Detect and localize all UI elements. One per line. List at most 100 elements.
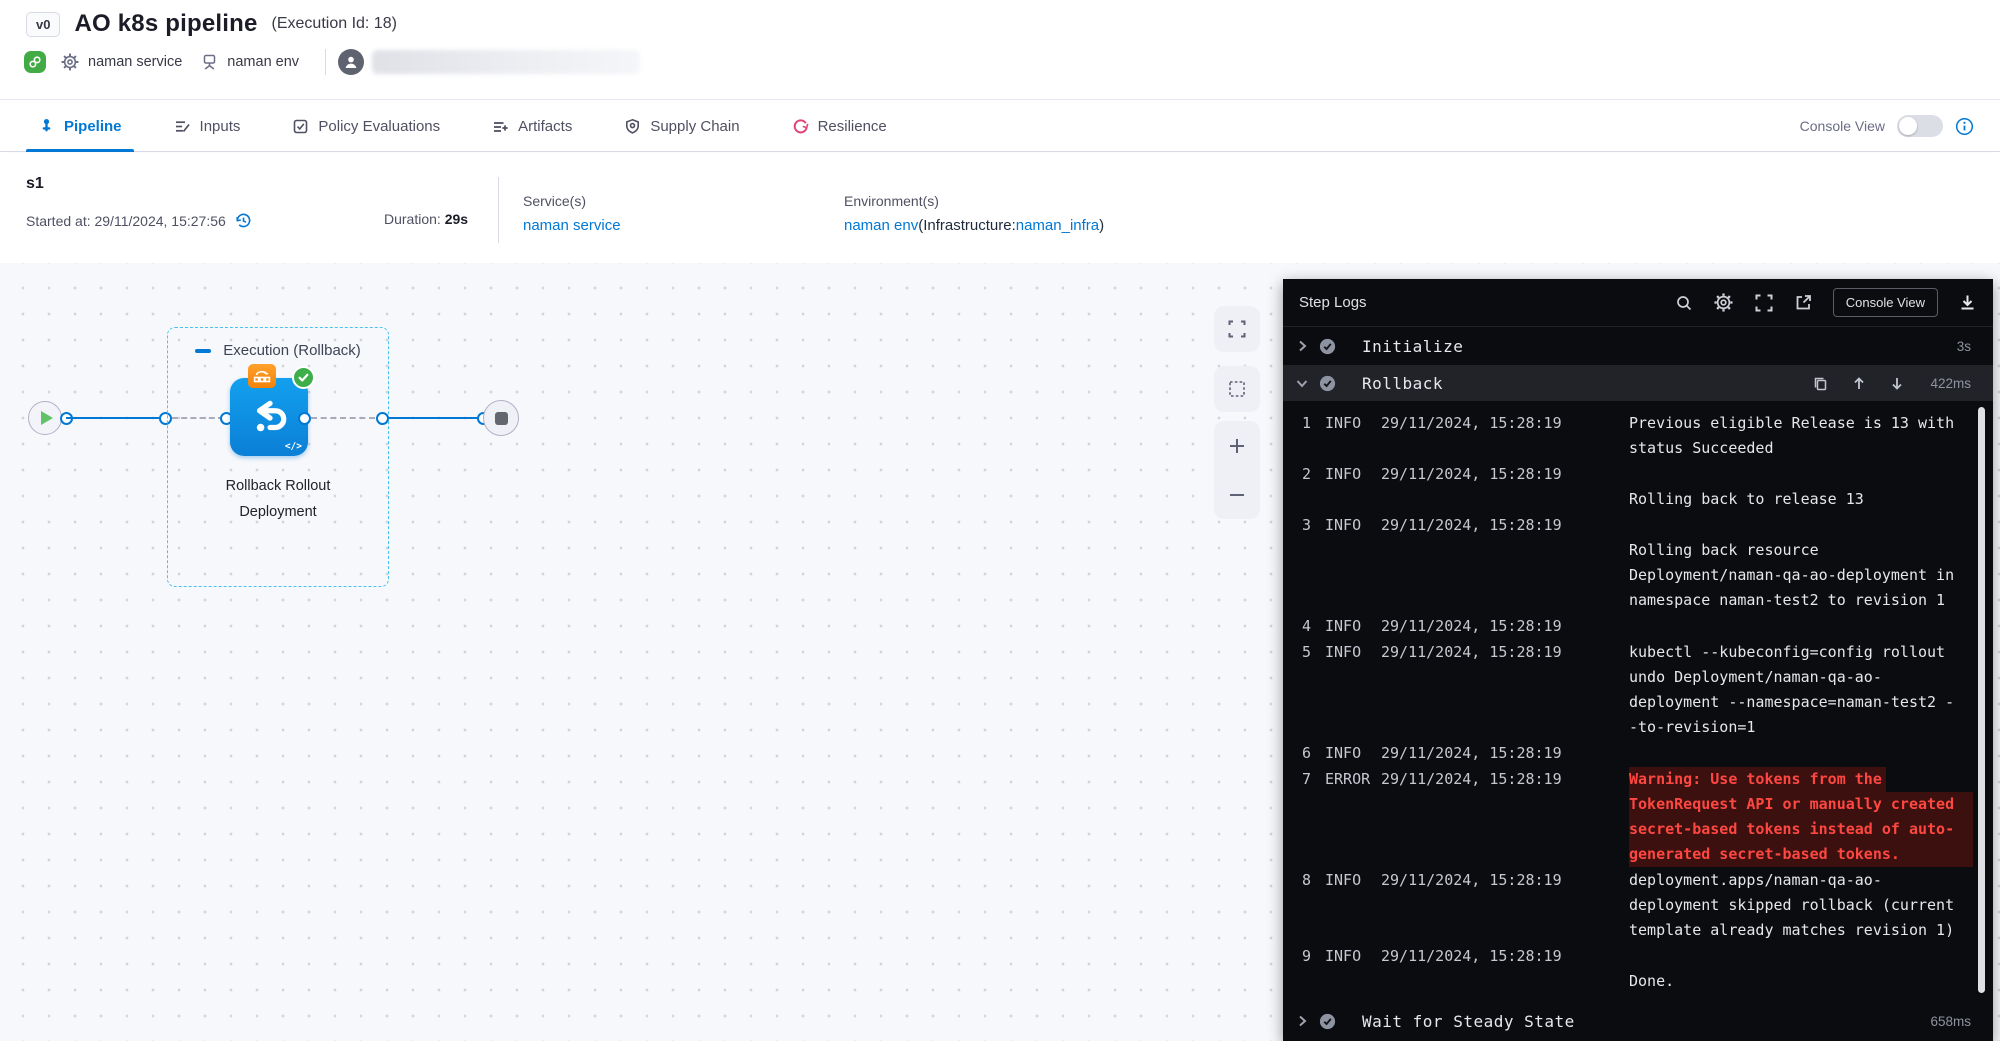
edge-solid: [389, 417, 483, 419]
section-title: Rollback: [1362, 374, 1443, 393]
log-line: 9INFO29/11/2024, 15:28:19 Done.: [1299, 944, 1993, 994]
download-icon[interactable]: [1958, 293, 1977, 312]
rollback-step-node[interactable]: </>: [230, 378, 308, 456]
zoom-out-button[interactable]: [1214, 471, 1260, 519]
log-line: 6INFO29/11/2024, 15:28:19: [1299, 741, 1993, 766]
tab-label: Pipeline: [64, 118, 122, 135]
version-badge: v0: [26, 12, 60, 37]
infrastructure-link[interactable]: naman_infra: [1016, 217, 1099, 234]
page: v0 AO k8s pipeline (Execution Id: 18): [0, 0, 2000, 1041]
section-title: Initialize: [1362, 337, 1463, 356]
log-lines: 1INFO29/11/2024, 15:28:19Previous eligib…: [1299, 411, 1993, 994]
open-external-icon[interactable]: [1794, 293, 1813, 312]
chevron-down-icon[interactable]: [1295, 376, 1311, 390]
history-icon[interactable]: [234, 211, 253, 230]
pipeline-end-node[interactable]: [483, 400, 519, 436]
service-link[interactable]: naman service: [523, 217, 621, 234]
environment-icon: [200, 53, 219, 72]
meta-row: naman service naman env: [24, 48, 640, 76]
tab-bar: Pipeline Inputs Policy Evaluations Artif…: [0, 101, 2000, 152]
tab-label: Policy Evaluations: [318, 118, 440, 135]
log-line: 1INFO29/11/2024, 15:28:19Previous eligib…: [1299, 411, 1993, 461]
log-section-rollback[interactable]: Rollback 422ms: [1283, 365, 1993, 401]
section-tools: 422ms: [1813, 376, 1971, 391]
check-circle-icon: [1319, 338, 1336, 355]
arrow-down-icon[interactable]: [1890, 376, 1904, 391]
zoom-in-button[interactable]: [1214, 422, 1260, 470]
connector-port[interactable]: [376, 412, 389, 425]
environment-link[interactable]: naman env: [844, 217, 918, 234]
services-column: Service(s) naman service: [523, 193, 621, 235]
infrastructure-prefix: (Infrastructure:: [918, 217, 1016, 234]
info-icon[interactable]: [1955, 117, 1974, 136]
environments-column: Environment(s) naman env(Infrastructure:…: [844, 193, 1104, 235]
search-icon[interactable]: [1675, 294, 1693, 312]
tab-label: Inputs: [200, 118, 241, 135]
section-duration: 658ms: [1930, 1014, 1971, 1029]
log-section-wait-for-steady-state[interactable]: Wait for Steady State 658ms: [1283, 1001, 1993, 1041]
log-line: 8INFO29/11/2024, 15:28:19deployment.apps…: [1299, 868, 1993, 943]
services-label: Service(s): [523, 193, 621, 209]
infrastructure-suffix: ): [1099, 217, 1104, 234]
connector-port[interactable]: [298, 412, 311, 425]
section-duration: 3s: [1957, 339, 1971, 354]
log-section-initialize[interactable]: Initialize 3s: [1283, 327, 1993, 365]
execution-rollback-group[interactable]: Execution (Rollback): [167, 327, 389, 587]
avatar[interactable]: [338, 49, 364, 75]
check-circle-icon: [1319, 1013, 1336, 1030]
collapse-icon[interactable]: [195, 349, 211, 353]
tab-resilience[interactable]: Resilience: [780, 101, 899, 151]
step-node-label: Rollback Rollout Deployment: [167, 473, 389, 525]
step-logs-panel: Step Logs: [1283, 279, 1993, 1041]
stage-name: s1: [26, 175, 44, 193]
environment-name[interactable]: naman env: [227, 54, 299, 70]
log-settings-gear-icon[interactable]: [1713, 292, 1734, 313]
log-line: 7ERROR29/11/2024, 15:28:19Warning: Use t…: [1299, 767, 1993, 867]
copy-icon[interactable]: [1813, 376, 1828, 391]
pipeline-start-node[interactable]: [28, 401, 62, 435]
avatar-person-icon: [343, 54, 359, 70]
execution-id: (Execution Id: 18): [272, 15, 397, 33]
log-output-area[interactable]: 1INFO29/11/2024, 15:28:19Previous eligib…: [1283, 401, 1993, 1001]
artifacts-icon: [492, 118, 509, 135]
console-view-label: Console View: [1800, 118, 1885, 134]
step-logs-header: Step Logs: [1283, 279, 1993, 327]
tab-pipeline[interactable]: Pipeline: [26, 101, 134, 151]
fit-to-screen-button[interactable]: [1214, 306, 1260, 352]
arrow-up-icon[interactable]: [1852, 376, 1866, 391]
tab-label: Artifacts: [518, 118, 572, 135]
step-label-line1: Rollback Rollout: [167, 473, 389, 499]
divider: [498, 177, 499, 243]
marquee-select-button[interactable]: [1214, 366, 1260, 412]
console-view-button[interactable]: Console View: [1833, 288, 1938, 317]
page-title: AO k8s pipeline: [74, 10, 257, 38]
duration: Duration: 29s: [384, 211, 468, 227]
marquee-select-icon: [1227, 379, 1247, 399]
console-view-toggle[interactable]: [1897, 115, 1943, 137]
log-scrollbar[interactable]: [1978, 407, 1985, 993]
step-label-line2: Deployment: [167, 499, 389, 525]
console-view-control: Console View: [1800, 115, 1974, 137]
duration-value: 29s: [445, 211, 468, 227]
tab-inputs[interactable]: Inputs: [162, 101, 253, 151]
edge-solid: [66, 417, 165, 419]
tab-artifacts[interactable]: Artifacts: [480, 101, 584, 151]
group-header: Execution (Rollback): [168, 342, 388, 359]
log-toolbar: Console View: [1675, 288, 1977, 317]
chevron-right-icon[interactable]: [1295, 1014, 1311, 1028]
resilience-icon: [792, 118, 809, 135]
group-label: Execution (Rollback): [223, 342, 361, 359]
tab-policy-evaluations[interactable]: Policy Evaluations: [280, 101, 452, 151]
service-name[interactable]: naman service: [88, 54, 182, 70]
expand-fullscreen-icon[interactable]: [1754, 293, 1774, 313]
tab-supply-chain[interactable]: Supply Chain: [612, 101, 751, 151]
rollback-arrow-icon: [248, 396, 290, 438]
started-value: 29/11/2024, 15:27:56: [94, 213, 225, 229]
app-header: v0 AO k8s pipeline (Execution Id: 18): [0, 0, 2000, 100]
stage-info-bar: s1 Started at: 29/11/2024, 15:27:56 Dura…: [0, 153, 2000, 263]
started-label: Started at:: [26, 213, 91, 229]
tab-label: Resilience: [818, 118, 887, 135]
chevron-right-icon[interactable]: [1295, 339, 1311, 353]
success-check-icon: [292, 366, 315, 389]
play-icon: [41, 411, 53, 425]
